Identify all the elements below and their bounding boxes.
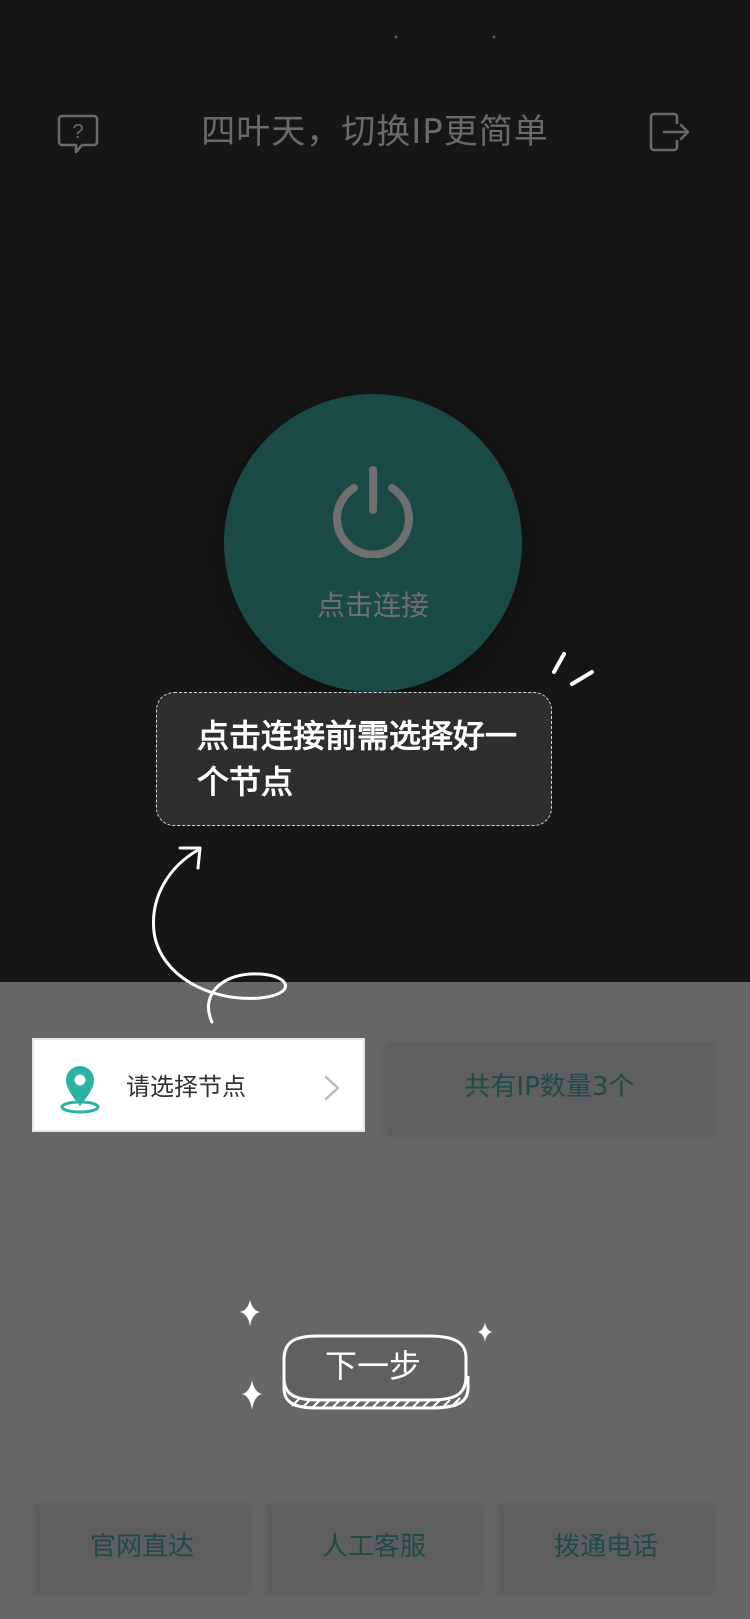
customer-service-button[interactable]: 人工客服: [267, 1504, 481, 1590]
node-select-card[interactable]: 请选择节点: [32, 1038, 365, 1132]
call-phone-button[interactable]: 拨通电话: [499, 1504, 713, 1590]
svg-text:?: ?: [72, 121, 83, 143]
next-step-button[interactable]: 下一步: [278, 1332, 474, 1412]
guide-tip-box: 点击连接前需选择好一个节点: [156, 692, 552, 826]
sparkle-lines-decoration: [552, 652, 594, 686]
node-select-label: 请选择节点: [126, 1073, 246, 1101]
logout-icon[interactable]: [648, 110, 692, 154]
sparkle-stars-decoration: [240, 1300, 262, 1410]
connect-label: 点击连接: [316, 589, 429, 622]
header-title: 四叶天，切换IP更简单: [201, 112, 549, 152]
status-bar-dots: [394, 35, 496, 39]
ip-count-card: 共有IP数量3个: [386, 1042, 713, 1132]
power-icon: [333, 466, 413, 558]
help-chat-icon[interactable]: ?: [56, 112, 100, 156]
location-pin-icon: [60, 1066, 100, 1114]
next-step-label: 下一步: [324, 1347, 421, 1385]
curly-arrow-decoration: [151, 846, 287, 1024]
official-site-button[interactable]: 官网直达: [35, 1504, 249, 1590]
connect-power-button[interactable]: 点击连接: [224, 394, 522, 692]
guide-tip-text: 点击连接前需选择好一个节点: [197, 717, 518, 801]
sparkle-star-small-decoration: [478, 1322, 492, 1342]
chevron-right-icon: [324, 1075, 340, 1101]
